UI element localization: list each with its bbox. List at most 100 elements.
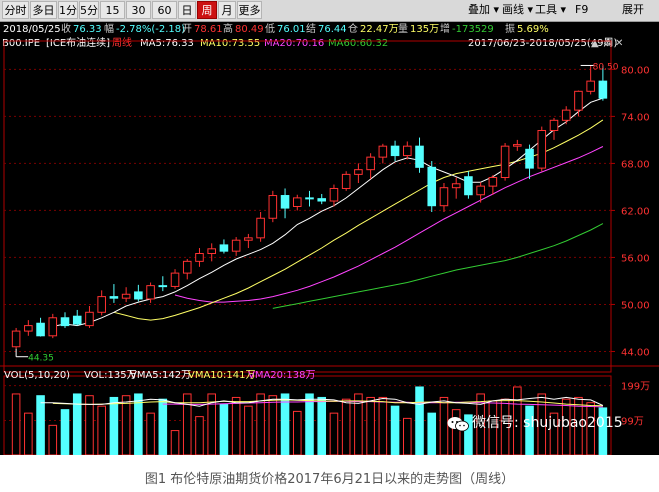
candle-body [513,144,522,147]
amplitude-label: 振 [505,24,515,35]
volume-bar [60,409,70,455]
candle-body [36,322,45,337]
candle-body [97,296,106,313]
toolbar-right-2[interactable]: 工具 ▾ [535,1,566,19]
candle-body [72,315,82,325]
chart-app: 分时多日1分5分15分30分60分日周月更多 叠加 ▾画线 ▾工具 ▾ F9 展开 2… [0,0,659,455]
toolbar-right-3[interactable]: F9 [575,1,588,19]
price-tick-label: 62.00 [621,206,650,217]
volume-label: 量 [398,24,408,35]
volume-bar [158,398,168,455]
candle-body [109,296,119,299]
candle-body [48,317,58,337]
volume-bar [366,396,375,455]
oi-change-label: 增 [440,24,450,35]
price-tick-label: 56.00 [621,253,650,264]
candle-body [561,109,571,121]
max-price-label: 80.50 [593,62,619,72]
price-panel-frame [3,40,612,373]
period-button-10[interactable]: 更多 [237,1,262,19]
period-button-7[interactable]: 日 [178,1,196,19]
low-label: 低 [265,24,275,35]
period-button-3[interactable]: 5分 [79,1,99,19]
candle-body [451,183,461,189]
volume-bar [97,405,106,455]
candle-body [292,197,302,208]
candle-body [488,177,498,187]
candle-body [415,145,424,168]
volume-bar [72,393,82,455]
volume-bar [280,393,290,455]
period-toolbar: 分时多日1分5分15分30分60分日周月更多 叠加 ▾画线 ▾工具 ▾ F9 展开 [0,0,659,35]
volume-bar [24,412,33,455]
vol-legend-vol: VOL:135万 [84,370,137,381]
wechat-icon [447,415,469,432]
candle-body [464,176,473,196]
volume-bar [219,403,229,455]
toolbar-right-0[interactable]: 叠加 ▾ [468,1,499,19]
high-value: 80.49 [235,24,264,35]
period-button-6[interactable]: 60分 [152,1,177,35]
vol-legend-vma5: VMA5:142万 [130,370,191,381]
candle-body [244,237,253,241]
candle-body [158,285,168,288]
volume-bar [11,393,21,455]
open-label: 开 [182,24,192,35]
vol-legend-title: VOL(5,10,20) [4,370,70,381]
volume-bar [390,405,400,455]
candle-body [500,145,510,179]
period-button-2[interactable]: 1分 [58,1,78,19]
candle-body [11,330,21,348]
candle-body [378,145,388,158]
candle-body [427,166,437,207]
candle-body [85,311,94,327]
change-label: 幅 [104,24,114,35]
volume-bar [268,395,278,455]
open-interest-value: 22.47万 [360,24,399,35]
period-button-4[interactable]: 15分 [100,1,125,35]
price-tick-label: 44.00 [621,347,650,358]
settle-label: 结 [306,24,316,35]
ma60-line [272,223,604,309]
toolbar-right-4[interactable]: 展开 [622,1,644,19]
open-value: 78.61 [194,24,223,35]
period-button-9[interactable]: 月 [218,1,236,19]
price-tick-label: 80.00 [621,65,650,76]
price-tick-label: 74.00 [621,112,650,123]
volume-bar [403,417,412,455]
volume-bar [195,416,204,455]
min-price-label: 44.35 [28,354,54,364]
volume-bar [378,396,388,455]
candle-body [134,291,143,300]
period-button-1[interactable]: 多日 [30,1,57,19]
volume-bar [317,396,327,455]
candle-body [403,145,412,157]
period-button-0[interactable]: 分时 [2,1,29,19]
volume-bar [292,410,302,455]
candle-body [586,80,595,92]
period-button-5[interactable]: 30分 [126,1,151,35]
candle-body [366,156,375,171]
watermark: 微信号: shujubao2015 [447,410,623,436]
volume-bar [170,430,180,455]
volume-bar [341,398,351,455]
open-interest-label: 仓 [348,24,358,35]
volume-bar [146,412,155,455]
candle-body [476,185,485,196]
candle-body [146,285,155,300]
quote-date: 2018/05/25 [3,24,61,35]
ma20-line [174,146,604,303]
quote-info-bar: 2018/05/25 收 76.33 幅 -2.78%(-2.18) 开 78.… [0,22,659,37]
change-value: -2.78%(-2.18) [116,24,186,35]
toolbar-right-1[interactable]: 画线 ▾ [502,1,533,19]
close-label: 收 [61,24,71,35]
price-tick-label: 68.00 [621,159,650,170]
volume-tick-label: 99万 [621,416,644,427]
period-button-8[interactable]: 周 [197,1,217,19]
candle-body [170,272,180,287]
volume-bar [415,386,424,455]
candle-body [195,253,204,262]
candle-body [574,90,583,111]
vol-legend-vma10: VMA10:141万 [188,370,256,381]
candle-body [439,187,449,207]
